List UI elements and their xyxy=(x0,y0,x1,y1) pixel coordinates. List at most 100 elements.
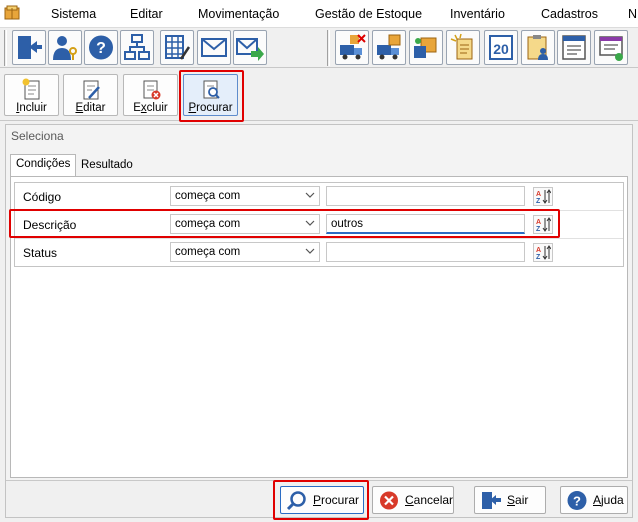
light-note-icon xyxy=(450,33,473,60)
codigo-condition-select[interactable]: começa com xyxy=(170,186,320,206)
editar-label: Editar xyxy=(75,102,106,114)
menu-inventario[interactable]: Inventário xyxy=(450,7,505,21)
app-logo-icon[interactable] xyxy=(4,5,20,21)
clipboard-user-icon xyxy=(527,35,548,60)
table-edit-icon xyxy=(165,35,191,60)
clipboard-user-toolbar-button[interactable] xyxy=(521,30,555,65)
descricao-sort-button[interactable]: A Z xyxy=(533,215,553,234)
chevron-down-icon xyxy=(305,220,315,226)
codigo-sort-button[interactable]: A Z xyxy=(533,187,553,206)
toolbar-grip-2[interactable] xyxy=(327,30,330,66)
search-document-icon xyxy=(203,80,220,99)
document-form-toolbar-button[interactable] xyxy=(557,30,591,65)
truck-box-remove-toolbar-button[interactable] xyxy=(335,30,369,65)
panel-title: Seleciona xyxy=(11,129,64,143)
tab-condicoes[interactable]: Condições xyxy=(10,154,77,177)
svg-text:A: A xyxy=(536,247,541,254)
cancelar-button[interactable]: Cancelar xyxy=(372,486,454,514)
condicoes-tab-body: Código começa com A Z Descrição começa c… xyxy=(10,176,628,478)
monitor-document-toolbar-button[interactable] xyxy=(594,30,628,65)
svg-text:?: ? xyxy=(573,494,581,509)
envelope-toolbar-button[interactable] xyxy=(197,30,231,65)
descricao-condition-select[interactable]: começa com xyxy=(170,214,320,234)
monitor-document-icon xyxy=(599,36,623,61)
condition-row-codigo: Código começa com A Z xyxy=(15,183,623,211)
truck-box-icon xyxy=(377,34,401,60)
cancelar-label: Cancelar xyxy=(405,493,454,507)
truck-box-toolbar-button[interactable] xyxy=(372,30,406,65)
toolbar-grip[interactable] xyxy=(4,30,7,66)
status-condition-select[interactable]: começa com xyxy=(170,242,320,262)
help-toolbar-button[interactable]: ? xyxy=(84,30,118,65)
editar-button[interactable]: Editar xyxy=(63,74,118,116)
user-key-toolbar-button[interactable] xyxy=(48,30,82,65)
sort-az-icon: A Z xyxy=(536,245,551,260)
sair-button[interactable]: Sair xyxy=(474,486,546,514)
svg-text:20: 20 xyxy=(493,41,509,57)
procurar-button[interactable]: Procurar xyxy=(183,74,238,116)
truck-box-remove-icon xyxy=(340,34,366,60)
envelope-forward-icon xyxy=(236,38,264,61)
status-value-input[interactable] xyxy=(326,242,525,262)
main-toolbar: ? 20 xyxy=(0,28,638,68)
help-icon: ? xyxy=(567,491,587,510)
conditions-grid: Código começa com A Z Descrição começa c… xyxy=(14,182,624,267)
calendar-20-toolbar-button[interactable]: 20 xyxy=(484,30,518,65)
seleciona-panel: Seleciona Condições Resultado Código com… xyxy=(5,124,633,518)
codigo-label: Código xyxy=(23,190,62,204)
svg-text:?: ? xyxy=(96,40,106,57)
chevron-down-icon xyxy=(305,192,315,198)
ajuda-button[interactable]: ? Ajuda xyxy=(560,486,628,514)
sair-label: Sair xyxy=(507,493,529,507)
svg-text:Z: Z xyxy=(536,226,541,232)
svg-text:A: A xyxy=(536,219,541,226)
magnifier-icon xyxy=(286,491,306,511)
exit-door-icon xyxy=(18,36,42,59)
codigo-value-input[interactable] xyxy=(326,186,525,206)
light-note-toolbar-button[interactable] xyxy=(446,30,480,65)
user-key-icon xyxy=(53,36,77,60)
calendar-20-icon: 20 xyxy=(489,35,513,60)
procurar-label: Procurar xyxy=(188,102,233,114)
menu-movimentacao[interactable]: Movimentação xyxy=(198,7,279,21)
condition-row-status: Status começa com A Z xyxy=(15,239,623,267)
sort-az-icon: A Z xyxy=(536,189,551,204)
document-form-icon xyxy=(562,35,586,60)
menu-overflow[interactable]: N xyxy=(628,7,637,21)
exit-toolbar-button[interactable] xyxy=(12,30,46,65)
svg-text:Z: Z xyxy=(536,198,541,204)
cancel-icon xyxy=(380,491,398,510)
svg-text:Z: Z xyxy=(536,254,541,260)
exit-door-icon xyxy=(482,492,501,509)
sort-az-icon: A Z xyxy=(536,217,551,232)
box-transfer-icon xyxy=(414,37,437,58)
status-sort-button[interactable]: A Z xyxy=(533,243,553,262)
chevron-down-icon xyxy=(305,248,315,254)
status-label: Status xyxy=(23,246,58,260)
delete-document-icon xyxy=(143,80,161,100)
box-transfer-toolbar-button[interactable] xyxy=(409,30,443,65)
menu-bar: Sistema Editar Movimentação Gestão de Es… xyxy=(0,0,638,28)
incluir-label: Incluir xyxy=(16,102,47,114)
dialog-button-bar: Procurar Cancelar Sair ? Ajuda xyxy=(6,480,632,517)
procurar-submit-button[interactable]: Procurar xyxy=(280,486,364,514)
edit-document-icon xyxy=(83,80,100,100)
record-action-bar: Incluir Editar Excluir Procurar xyxy=(0,69,638,121)
excluir-button[interactable]: Excluir xyxy=(123,74,178,116)
tab-resultado[interactable]: Resultado xyxy=(76,156,138,177)
svg-text:A: A xyxy=(536,191,541,198)
incluir-button[interactable]: Incluir xyxy=(4,74,59,116)
envelope-forward-toolbar-button[interactable] xyxy=(233,30,267,65)
descricao-value-input[interactable] xyxy=(326,214,525,234)
org-chart-icon xyxy=(124,34,150,60)
condition-row-descricao: Descrição começa com A Z xyxy=(15,211,623,239)
menu-cadastros[interactable]: Cadastros xyxy=(541,7,598,21)
help-icon: ? xyxy=(89,35,113,60)
table-edit-toolbar-button[interactable] xyxy=(160,30,194,65)
menu-sistema[interactable]: Sistema xyxy=(51,7,96,21)
menu-gestao-de-estoque[interactable]: Gestão de Estoque xyxy=(315,7,422,21)
ajuda-label: Ajuda xyxy=(593,493,624,507)
org-chart-toolbar-button[interactable] xyxy=(120,30,154,65)
envelope-icon xyxy=(201,38,227,57)
menu-editar[interactable]: Editar xyxy=(130,7,163,21)
